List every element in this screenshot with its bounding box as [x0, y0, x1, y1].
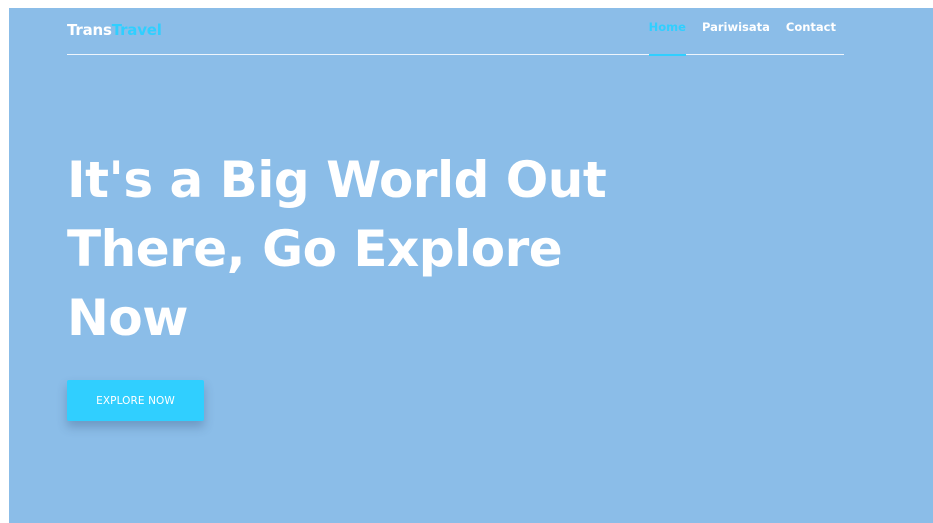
explore-now-button[interactable]: EXPLORE NOW — [67, 380, 204, 421]
page-frame: TransTravel Home Pariwisata Contact It's… — [9, 8, 933, 523]
nav-link-pariwisata[interactable]: Pariwisata — [702, 8, 770, 55]
navbar: TransTravel Home Pariwisata Contact — [67, 8, 844, 56]
brand-name-part1: Trans — [67, 21, 112, 39]
nav-link-home[interactable]: Home — [648, 8, 687, 56]
brand-name-part2: Travel — [111, 21, 162, 39]
brand-logo[interactable]: TransTravel — [67, 21, 162, 39]
hero-title: It's a Big World Out There, Go Explore N… — [67, 151, 607, 347]
nav-link-contact[interactable]: Contact — [786, 8, 836, 55]
main-nav: Home Pariwisata Contact — [648, 8, 836, 56]
